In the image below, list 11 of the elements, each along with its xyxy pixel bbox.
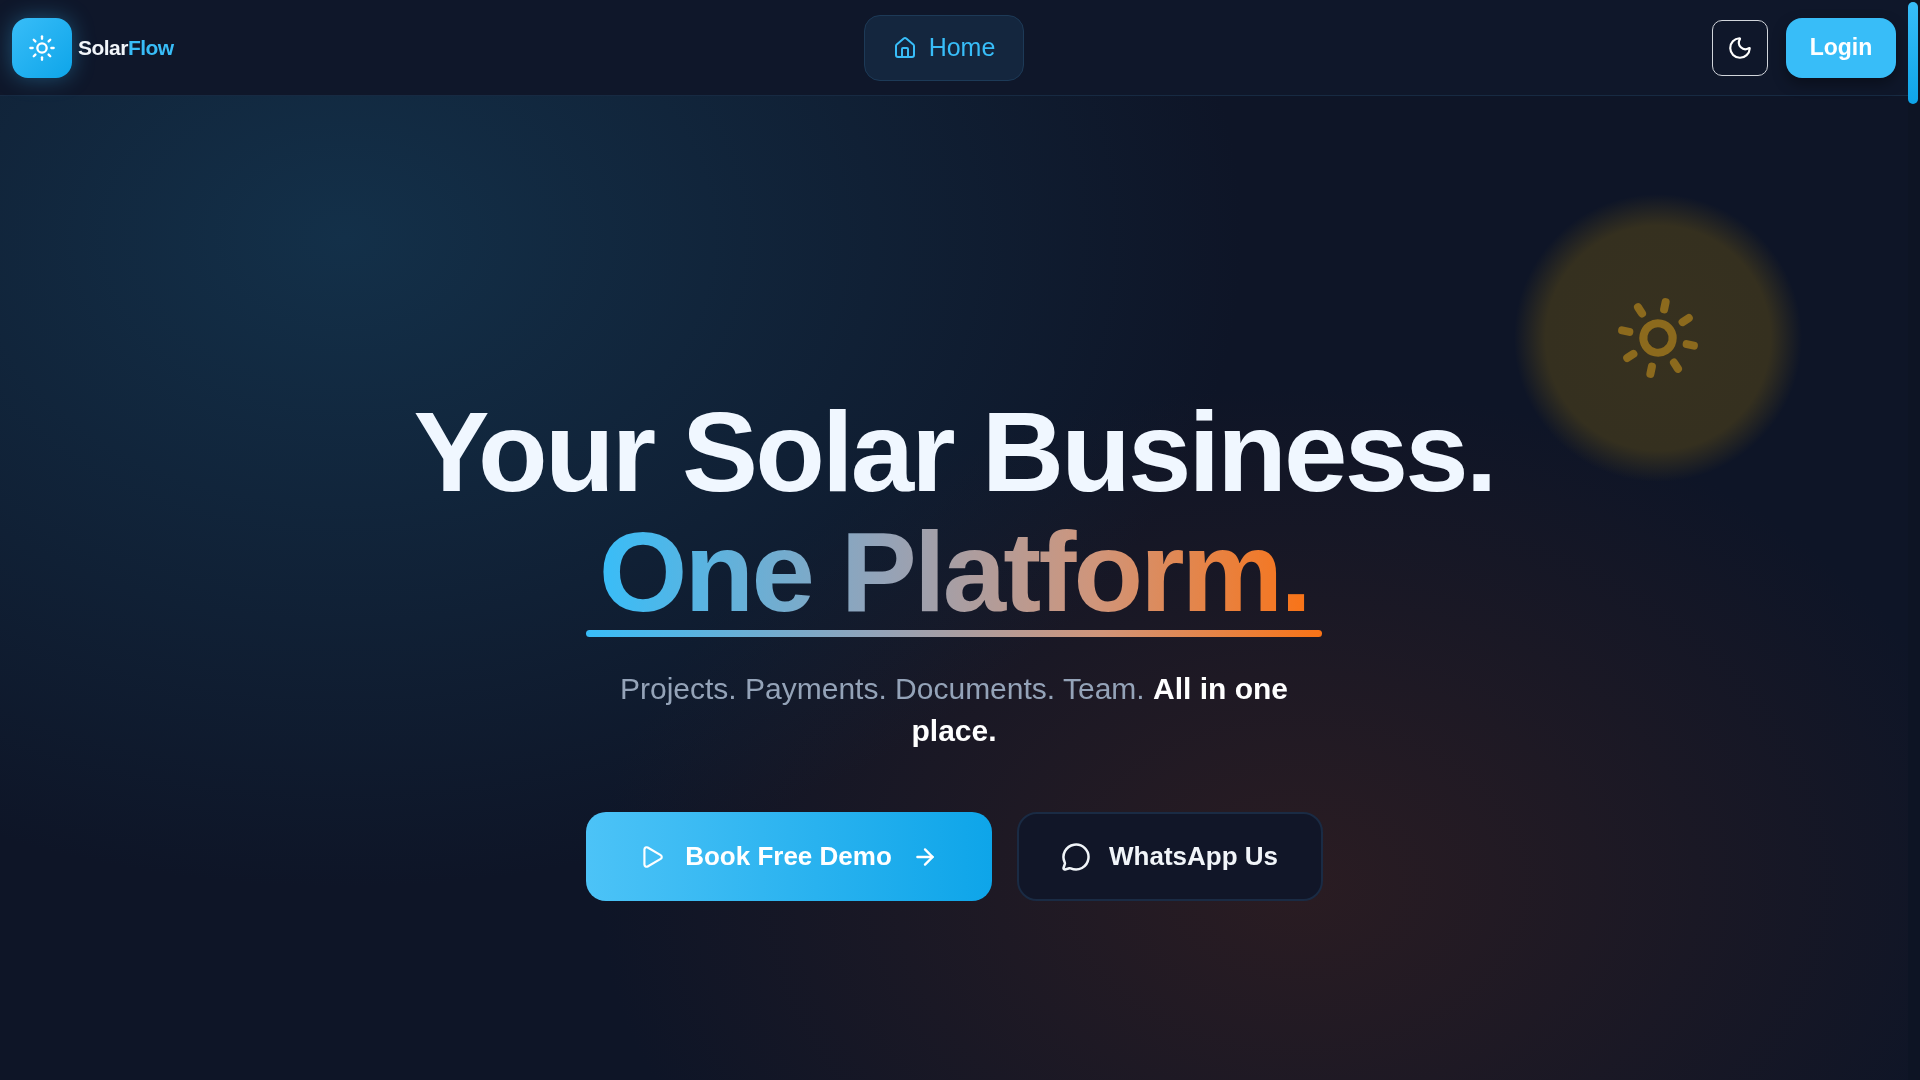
chat-bubble-icon	[1061, 841, 1091, 872]
sun-logo-icon[interactable]	[12, 17, 72, 78]
scrollbar-thumb[interactable]	[1908, 2, 1918, 104]
moon-icon	[1727, 34, 1753, 61]
nav-tab[interactable]: Home	[863, 14, 1025, 81]
house-icon	[892, 35, 917, 60]
theme-toggle-button[interactable]	[1712, 19, 1768, 76]
brand-name[interactable]: SolarFlow	[78, 31, 174, 64]
headline: Your Solar Business.	[413, 392, 1495, 512]
hero-subtitle: Projects. Payments. Documents. Team. All in one place.	[619, 671, 1289, 749]
whatsapp-button[interactable]: WhatsApp Us	[1016, 812, 1323, 901]
